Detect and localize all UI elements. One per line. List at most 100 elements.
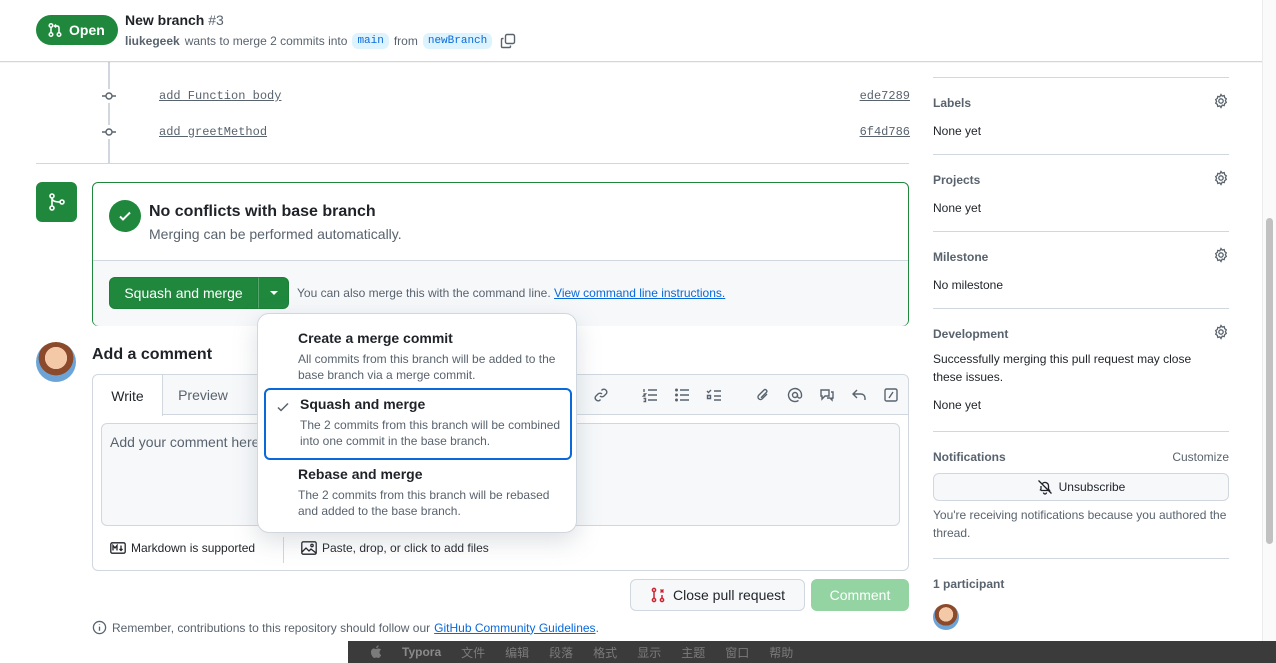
gear-icon[interactable] xyxy=(1213,170,1229,186)
bell-slash-icon xyxy=(1037,479,1053,495)
git-pull-request-closed-icon xyxy=(650,587,666,603)
sidebar-heading: Development xyxy=(933,327,1009,341)
tab-write[interactable]: Write xyxy=(93,375,163,416)
merge-status-title: No conflicts with base branch xyxy=(149,203,376,220)
add-comment-title: Add a comment xyxy=(92,346,213,363)
menu-item-squash-merge[interactable]: Squash and merge The 2 commits from this… xyxy=(264,388,572,460)
paperclip-icon[interactable] xyxy=(751,385,774,405)
participant-avatar[interactable] xyxy=(933,604,959,630)
sidebar-value: None yet xyxy=(933,124,982,138)
close-pull-request-button[interactable]: Close pull request xyxy=(630,579,805,611)
avatar[interactable] xyxy=(36,342,76,382)
command-line-hint: You can also merge this with the command… xyxy=(297,286,725,300)
menubar-item[interactable]: 显示 xyxy=(637,644,661,661)
sidebar-value: Successfully merging this pull request m… xyxy=(933,352,1192,384)
squash-merge-button[interactable]: Squash and merge xyxy=(109,277,258,309)
commit-icon xyxy=(102,125,116,139)
slash-command-icon[interactable] xyxy=(879,385,902,405)
customize-link[interactable]: Customize xyxy=(1172,450,1229,464)
menu-item-rebase-merge[interactable]: Rebase and merge The 2 commits from this… xyxy=(264,458,572,522)
unordered-list-icon[interactable] xyxy=(670,385,693,405)
ordered-list-icon[interactable] xyxy=(638,385,661,405)
markdown-hint[interactable]: Markdown is supported xyxy=(110,541,255,555)
notification-note: You're receiving notifications because y… xyxy=(933,508,1227,540)
merge-status-subtitle: Merging can be performed automatically. xyxy=(149,226,402,242)
gear-icon[interactable] xyxy=(1213,93,1229,109)
state-label: Open xyxy=(69,22,105,38)
menubar-item[interactable]: 编辑 xyxy=(505,644,529,661)
menubar-item[interactable]: Typora xyxy=(402,645,441,659)
sidebar-heading: 1 participant xyxy=(933,577,1005,591)
footer-divider xyxy=(283,537,284,563)
sidebar-heading: Labels xyxy=(933,96,972,110)
unsubscribe-button[interactable]: Unsubscribe xyxy=(933,473,1229,501)
merge-box: No conflicts with base branch Merging ca… xyxy=(92,182,909,326)
commit-message[interactable]: add Function body xyxy=(159,89,281,103)
pr-header: Open New branch #3 liukegeek wants to me… xyxy=(0,0,1262,62)
merge-method-dropdown-button[interactable] xyxy=(258,277,289,309)
scrollbar-thumb[interactable] xyxy=(1266,218,1273,544)
copy-icon[interactable] xyxy=(500,33,516,49)
divider xyxy=(36,163,909,164)
gear-icon[interactable] xyxy=(1213,247,1229,263)
cross-reference-icon[interactable] xyxy=(815,385,838,405)
sidebar-value: No milestone xyxy=(933,278,1004,292)
close-pull-request-label: Close pull request xyxy=(672,587,786,603)
link-icon[interactable] xyxy=(589,385,612,405)
command-line-link[interactable]: View command line instructions. xyxy=(554,286,725,300)
sidebar-labels: Labels None yet xyxy=(933,93,1229,140)
guidelines-link[interactable]: GitHub Community Guidelines xyxy=(434,621,595,635)
info-icon xyxy=(92,620,107,635)
merge-method-menu: Create a merge commit All commits from t… xyxy=(257,313,577,533)
menubar-item[interactable]: 帮助 xyxy=(769,644,793,661)
markdown-text: Markdown is supported xyxy=(131,541,256,555)
guidelines-end: . xyxy=(595,620,599,635)
menubar-item[interactable]: 主题 xyxy=(681,644,705,661)
base-branch[interactable]: main xyxy=(352,33,389,49)
check-icon xyxy=(276,400,290,414)
commit-row: add greetMethod 6f4d786 xyxy=(102,122,910,142)
author-link[interactable]: liukegeek xyxy=(125,34,180,48)
menubar-item[interactable]: 格式 xyxy=(593,644,617,661)
pr-number: #3 xyxy=(208,12,224,28)
sidebar-participants: 1 participant xyxy=(933,577,1229,591)
sidebar-value: None yet xyxy=(933,398,982,412)
commit-sha[interactable]: 6f4d786 xyxy=(860,125,910,139)
commit-message[interactable]: add greetMethod xyxy=(159,125,267,139)
pr-title: New branch #3 xyxy=(125,12,224,28)
menu-item-description: The 2 commits from this branch will be c… xyxy=(300,418,561,448)
guidelines-note: Remember, contributions to this reposito… xyxy=(92,620,599,635)
unsubscribe-label: Unsubscribe xyxy=(1058,480,1126,494)
menubar-item[interactable]: 文件 xyxy=(461,644,485,661)
merge-status: No conflicts with base branch Merging ca… xyxy=(93,183,908,261)
pull-request-icon xyxy=(47,22,63,38)
menu-item-title: Create a merge commit xyxy=(298,330,453,346)
attach-files-hint[interactable]: Paste, drop, or click to add files xyxy=(301,541,489,555)
scrollbar[interactable] xyxy=(1262,0,1276,641)
editor-footer: Markdown is supported Paste, drop, or cl… xyxy=(93,533,908,569)
check-circle-icon xyxy=(109,200,141,232)
tab-preview[interactable]: Preview xyxy=(163,375,243,415)
apple-icon[interactable] xyxy=(370,645,382,659)
task-list-icon[interactable] xyxy=(702,385,725,405)
menu-item-title: Rebase and merge xyxy=(298,466,423,482)
command-line-text: You can also merge this with the command… xyxy=(297,286,551,300)
state-badge: Open xyxy=(36,15,118,45)
image-icon xyxy=(301,541,317,555)
menu-item-description: All commits from this branch will be add… xyxy=(298,352,556,382)
triangle-down-icon xyxy=(269,290,279,296)
reply-icon[interactable] xyxy=(847,385,870,405)
attach-files-text: Paste, drop, or click to add files xyxy=(322,541,489,555)
menubar-item[interactable]: 段落 xyxy=(549,644,573,661)
markdown-icon xyxy=(110,542,126,554)
menu-item-merge-commit[interactable]: Create a merge commit All commits from t… xyxy=(264,322,572,386)
mention-icon[interactable] xyxy=(783,385,806,405)
from-text: from xyxy=(393,34,418,48)
guidelines-text: Remember, contributions to this reposito… xyxy=(112,620,431,635)
head-branch[interactable]: newBranch xyxy=(422,33,493,49)
commit-sha[interactable]: ede7289 xyxy=(860,89,910,103)
commit-row: add Function body ede7289 xyxy=(102,86,910,106)
comment-button[interactable]: Comment xyxy=(811,579,909,611)
menubar-item[interactable]: 窗口 xyxy=(725,644,749,661)
gear-icon[interactable] xyxy=(1213,324,1229,340)
